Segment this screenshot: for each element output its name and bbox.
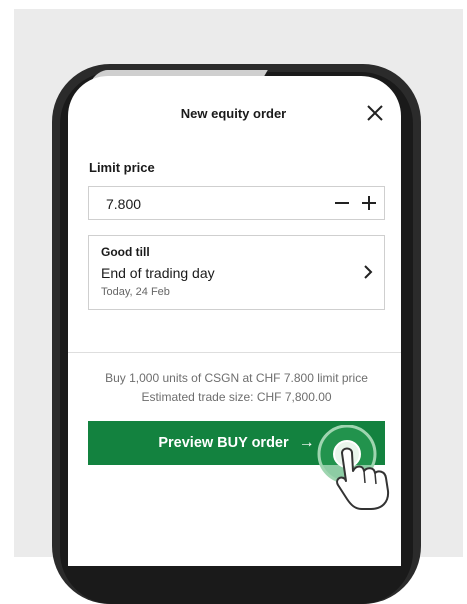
- minus-icon[interactable]: [332, 193, 352, 213]
- arrow-right-icon: →: [298, 434, 315, 451]
- limit-price-value[interactable]: 7.800: [106, 196, 141, 212]
- close-icon[interactable]: [364, 102, 386, 124]
- good-till-date: Today, 24 Feb: [101, 286, 170, 298]
- good-till-label: Good till: [101, 245, 150, 259]
- chevron-right-icon: [364, 265, 373, 279]
- page-title: New equity order: [180, 106, 287, 121]
- plus-icon[interactable]: [359, 193, 379, 213]
- good-till-selector[interactable]: Good till End of trading day Today, 24 F…: [88, 235, 385, 310]
- summary-line: Buy 1,000 units of CSGN at CHF 7.800 lim…: [105, 371, 368, 385]
- divider: [68, 352, 401, 353]
- order-summary: Buy 1,000 units of CSGN at CHF 7.800 lim…: [88, 369, 385, 407]
- tap-hand-icon: [317, 425, 390, 510]
- preview-button-label: Preview BUY order: [158, 435, 289, 451]
- limit-price-label: Limit price: [89, 160, 155, 175]
- good-till-value: End of trading day: [101, 265, 215, 281]
- estimated-trade-size: Estimated trade size: CHF 7,800.00: [141, 390, 332, 404]
- limit-price-field[interactable]: 7.800: [88, 186, 385, 220]
